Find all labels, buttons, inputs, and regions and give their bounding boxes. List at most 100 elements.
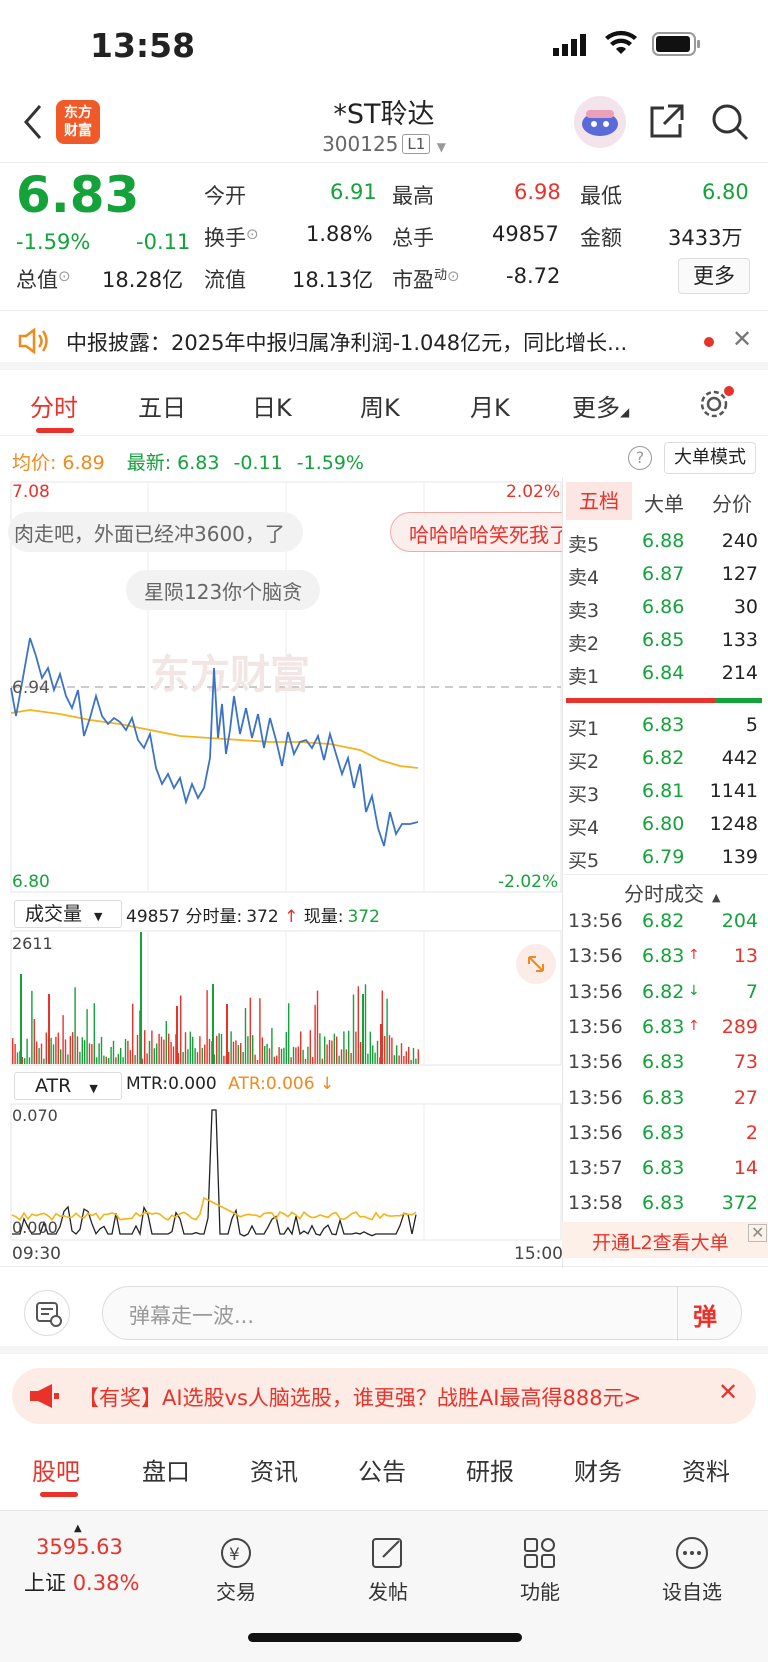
bid-row[interactable]: 买5 6.79 139 xyxy=(566,846,762,876)
help-icon[interactable]: ? xyxy=(628,446,652,470)
volume-bar xyxy=(216,1035,218,1064)
volume-bar xyxy=(163,1039,165,1064)
volume-bar xyxy=(367,1053,369,1064)
ask-row[interactable]: 卖5 6.88 240 xyxy=(566,530,762,560)
volume-bar xyxy=(312,1057,314,1064)
volume-bar xyxy=(338,1055,340,1064)
volume-bar xyxy=(127,1040,129,1064)
atr-min-label: 0.000 xyxy=(12,1218,58,1237)
tab-month-k[interactable]: 月K xyxy=(470,388,510,423)
open-value: 6.91 xyxy=(330,180,377,204)
danmaku-bubble[interactable]: 星陨123你个脑贪 xyxy=(126,570,321,610)
nav-function[interactable]: 功能 xyxy=(490,1535,590,1605)
mktcap-label[interactable]: 总值⊙ xyxy=(16,264,71,294)
mktcap-value: 18.28亿 xyxy=(102,268,184,292)
ad-banner[interactable]: 【有奖】AI选股vs人脑选股，谁更强？战胜AI最高得888元> ✕ xyxy=(12,1368,756,1424)
volume-bar xyxy=(31,990,33,1064)
ask-row[interactable]: 卖3 6.86 30 xyxy=(566,596,762,626)
volume-bar xyxy=(60,1049,62,1064)
tab-announcement[interactable]: 公告 xyxy=(358,1452,406,1487)
side-tab-fenjia[interactable]: 分价 xyxy=(712,488,752,517)
bid-label: 买2 xyxy=(568,751,600,773)
volume-bar xyxy=(168,1033,170,1064)
tick-time: 13:56 xyxy=(568,910,623,932)
big-order-mode-button[interactable]: 大单模式 xyxy=(664,442,756,474)
volume-bar xyxy=(146,1053,148,1064)
volume-bar xyxy=(151,1030,153,1064)
ask-row[interactable]: 卖2 6.85 133 xyxy=(566,629,762,659)
danmaku-bubble-highlight[interactable]: 哈哈哈哈笑死我了 xyxy=(390,512,562,552)
volume-bar xyxy=(369,1031,371,1064)
ask-row[interactable]: 卖1 6.84 214 xyxy=(566,662,762,692)
tab-5day[interactable]: 五日 xyxy=(138,388,186,423)
tab-week-k[interactable]: 周K xyxy=(360,388,400,423)
volume-bar xyxy=(345,1049,347,1064)
nav-trade[interactable]: ¥ 交易 xyxy=(186,1535,286,1605)
l2-promo-bar[interactable]: 开通L2查看大单 ✕ xyxy=(562,1222,768,1258)
volume-bar xyxy=(160,1036,163,1064)
volume-selector[interactable]: 成交量 ▼ xyxy=(14,900,122,928)
more-quote-button[interactable]: 更多 xyxy=(678,258,750,294)
ticks-title[interactable]: 分时成交 ▲ xyxy=(624,878,720,907)
close-icon[interactable]: ✕ xyxy=(732,325,752,353)
tick-time: 13:56 xyxy=(568,1086,623,1109)
ask-row[interactable]: 卖4 6.87 127 xyxy=(566,563,762,593)
tab-guba[interactable]: 股吧 xyxy=(32,1452,80,1487)
tab-day-k[interactable]: 日K xyxy=(252,388,292,423)
volume-bar xyxy=(122,1057,124,1064)
tab-news[interactable]: 资讯 xyxy=(250,1452,298,1487)
bid-row[interactable]: 买2 6.82 442 xyxy=(566,747,762,777)
settings-icon[interactable] xyxy=(698,386,734,424)
ask-volume: 30 xyxy=(733,596,758,618)
low-label: 最低 xyxy=(580,184,622,208)
tick-price: 6.82 xyxy=(642,980,685,1003)
bid-price: 6.83 xyxy=(642,714,685,736)
atr-selector[interactable]: ATR ▼ xyxy=(14,1072,122,1100)
expand-icon[interactable] xyxy=(516,944,556,984)
volume-bar xyxy=(212,984,214,1064)
tick-volume: 372 xyxy=(721,1192,758,1215)
tab-research[interactable]: 研报 xyxy=(466,1452,514,1487)
ask-label: 卖3 xyxy=(568,600,600,622)
volume-bar xyxy=(40,1043,43,1064)
tick-time: 13:58 xyxy=(568,1192,623,1215)
search-icon[interactable] xyxy=(710,102,750,146)
turnover-label[interactable]: 换手⊙ xyxy=(204,222,259,252)
float-value: 18.13亿 xyxy=(292,268,374,292)
bid-row[interactable]: 买4 6.80 1248 xyxy=(566,813,762,843)
side-tab-wudang[interactable]: 五档 xyxy=(566,482,632,520)
danmaku-input[interactable]: 弹幕走一波... 弹 xyxy=(102,1286,742,1341)
tick-time: 13:56 xyxy=(568,1015,623,1038)
tab-finance[interactable]: 财务 xyxy=(574,1452,622,1487)
nav-post[interactable]: 发帖 xyxy=(338,1535,438,1605)
bid-row[interactable]: 买3 6.81 1141 xyxy=(566,780,762,810)
tab-underline xyxy=(36,428,74,433)
volume-bar xyxy=(364,984,367,1064)
speaker-icon xyxy=(16,327,50,359)
share-icon[interactable] xyxy=(648,102,686,144)
bid-row[interactable]: 买1 6.83 5 xyxy=(566,714,762,744)
volume-bar xyxy=(204,1044,206,1064)
volume-bar xyxy=(180,995,182,1064)
pe-label[interactable]: 市盈动⊙ xyxy=(392,264,460,294)
comment-toggle-icon[interactable] xyxy=(24,1290,70,1336)
tab-profile[interactable]: 资料 xyxy=(682,1452,730,1487)
tab-pankou[interactable]: 盘口 xyxy=(142,1452,190,1487)
volume-bar xyxy=(261,1037,263,1064)
volume-bar xyxy=(285,1031,287,1064)
volume-bar xyxy=(362,994,364,1064)
tick-price: 6.83 xyxy=(642,1015,685,1038)
tab-more[interactable]: 更多◢ xyxy=(572,388,629,423)
volume-bar xyxy=(153,1048,155,1064)
notice-bar[interactable]: 中报披露：2025年中报归属净利润-1.048亿元，同比增长... ✕ xyxy=(0,310,768,370)
current-price: 6.83 xyxy=(16,166,140,224)
bid-volume: 5 xyxy=(745,714,758,736)
side-tab-dadan[interactable]: 大单 xyxy=(644,488,684,517)
danmaku-bubble[interactable]: 肉走吧，外面已经冲3600，了 xyxy=(8,512,303,552)
ai-assistant-icon[interactable] xyxy=(574,96,626,148)
nav-add-watchlist[interactable]: 设自选 xyxy=(642,1535,742,1605)
tab-fenshi[interactable]: 分时 xyxy=(30,388,78,423)
volume-bar xyxy=(319,1033,321,1064)
tick-time: 13:56 xyxy=(568,980,623,1003)
low-value: 6.80 xyxy=(702,180,749,204)
